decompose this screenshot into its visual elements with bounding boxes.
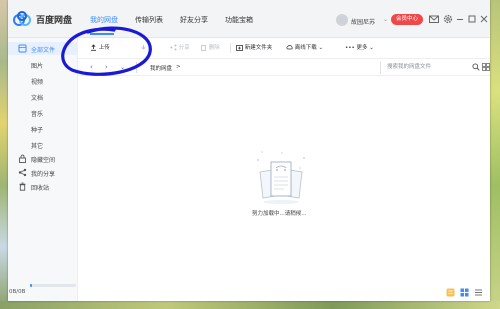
new-folder-button[interactable]: 新建文件夹 <box>236 43 272 54</box>
view-list-toggle-icon[interactable] <box>474 288 483 297</box>
share-icon <box>18 168 27 177</box>
share-button: 分享 <box>170 43 190 54</box>
storage-progress-bar <box>30 284 76 287</box>
breadcrumb-separator: > <box>176 64 181 70</box>
delete-label: 删除 <box>208 45 220 51</box>
sidebar-item-other[interactable]: 其它 <box>8 138 78 151</box>
desktop-background-bottom <box>0 301 500 309</box>
share-toolbar-icon <box>170 44 177 51</box>
storage-progress-fill <box>30 284 33 287</box>
delete-icon <box>201 45 206 51</box>
sidebar-item-music[interactable]: 音乐 <box>8 106 78 119</box>
sidebar-item-hidden-space[interactable]: 隐藏空间 <box>8 152 78 165</box>
tab-toolbox[interactable]: 功能宝箱 <box>225 15 253 25</box>
username[interactable]: 故园尼苏 <box>351 17 375 26</box>
folder-icon <box>18 44 27 53</box>
loading-message: 努力加载中...请稍候... <box>252 211 307 217</box>
offline-download-label: 离线下载 <box>294 45 317 51</box>
sidebar-item-label: 其它 <box>31 143 44 150</box>
search-icon[interactable] <box>472 63 480 71</box>
grid-view-icon[interactable] <box>482 63 490 71</box>
app-window: 百度网盘 我的网盘 传输列表 好友分享 功能宝箱 故园尼苏 ⌄ 会员中心 全部文… <box>8 0 490 301</box>
toolbar-divider <box>230 43 231 53</box>
offline-download-chevron-icon: ⌄ <box>318 45 324 51</box>
desktop-background-left <box>0 0 8 309</box>
sidebar-item-documents[interactable]: 文档 <box>8 90 78 103</box>
sidebar-item-my-shares[interactable]: 我的分享 <box>8 166 78 179</box>
settings-gear-icon[interactable] <box>442 13 454 25</box>
more-dots-icon: ••• <box>345 45 355 51</box>
sidebar-item-label: 种子 <box>31 127 44 134</box>
mail-icon[interactable] <box>428 13 440 25</box>
sidebar-item-label: 隐藏空间 <box>31 157 56 164</box>
sidebar-item-label: 音乐 <box>31 111 44 118</box>
sidebar-item-torrents[interactable]: 种子 <box>8 122 78 135</box>
sidebar-item-label: 视频 <box>31 79 44 86</box>
baidu-netdisk-logo-icon <box>13 11 31 26</box>
new-folder-label: 新建文件夹 <box>244 45 273 51</box>
sidebar-item-label: 回收站 <box>31 185 50 192</box>
maximize-icon[interactable] <box>466 13 478 25</box>
search-box <box>380 61 468 74</box>
minimize-icon[interactable] <box>454 13 466 25</box>
loading-documents-illustration-icon <box>257 151 305 204</box>
tab-friend-share[interactable]: 好友分享 <box>180 15 208 25</box>
desktop-background-right <box>490 0 500 309</box>
more-chevron-icon: ⌄ <box>369 45 374 51</box>
new-folder-icon <box>236 45 243 51</box>
sidebar-item-label: 全部文件 <box>31 47 56 54</box>
search-input[interactable] <box>381 61 465 73</box>
lock-icon <box>19 154 26 163</box>
delete-button: 删除 <box>200 43 220 54</box>
share-label: 分享 <box>178 45 190 51</box>
cloud-download-icon <box>286 45 293 50</box>
close-icon[interactable] <box>478 13 490 25</box>
offline-download-button[interactable]: 离线下载 ⌄ <box>286 43 323 54</box>
user-menu-chevron-icon[interactable]: ⌄ <box>383 16 388 23</box>
more-label: 更多 <box>356 45 368 51</box>
trash-icon <box>19 182 26 191</box>
pen-circle-annotation-icon <box>61 26 152 76</box>
vip-center-button[interactable]: 会员中心 <box>391 14 423 25</box>
sidebar-item-label: 我的分享 <box>31 171 56 178</box>
sidebar-item-label: 图片 <box>31 63 44 70</box>
avatar[interactable] <box>336 14 348 26</box>
storage-usage-text: 0B/0B <box>9 289 26 295</box>
sidebar-item-label: 文档 <box>31 95 44 102</box>
sidebar-item-recycle-bin[interactable]: 回收站 <box>8 180 78 193</box>
more-button[interactable]: ••• 更多 ⌄ <box>345 43 374 54</box>
notification-badge-icon[interactable] <box>446 288 455 297</box>
view-grid-toggle-icon[interactable] <box>460 288 469 297</box>
